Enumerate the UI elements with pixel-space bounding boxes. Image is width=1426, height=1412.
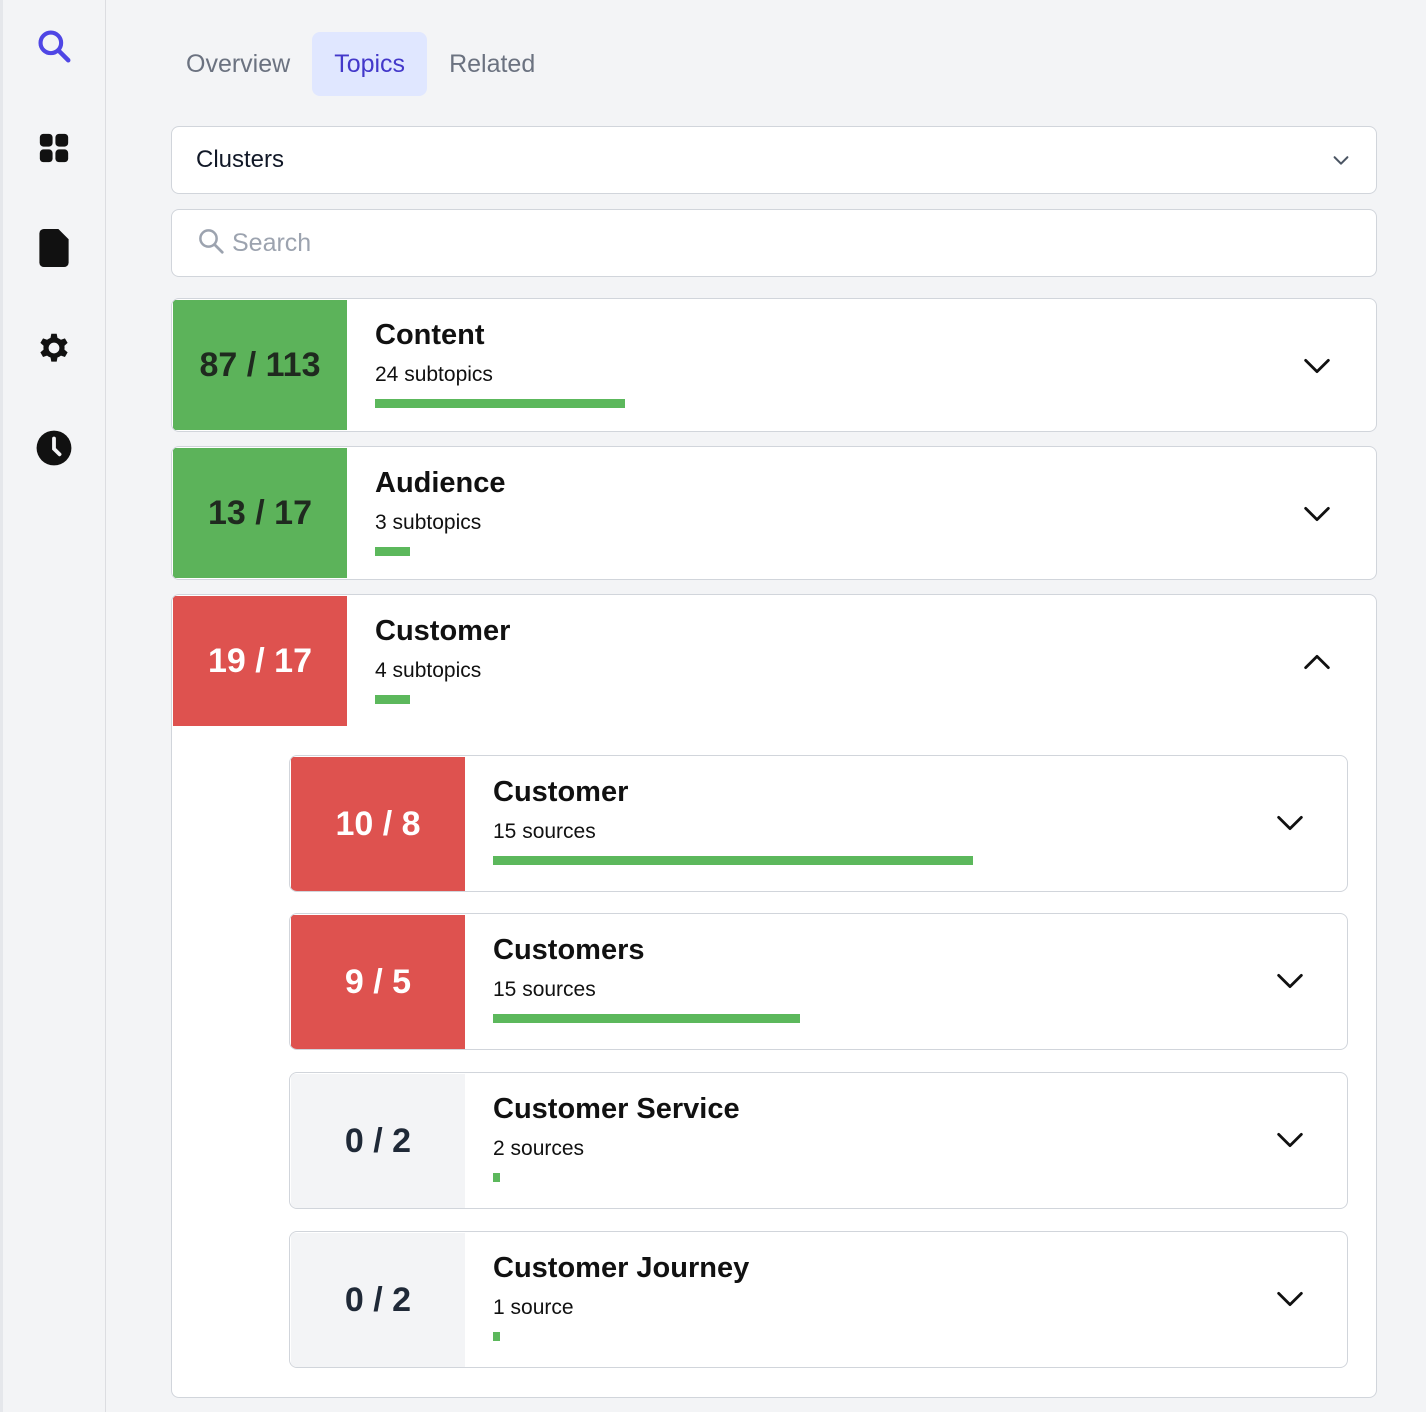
subtopic-card-customer: 10 / 8 Customer 15 sources xyxy=(289,755,1348,892)
clock-icon[interactable] xyxy=(34,428,74,468)
chevron-down-icon[interactable] xyxy=(1273,964,1307,998)
cluster-filter-value: Clusters xyxy=(196,146,285,173)
subtopic-title: Customers xyxy=(493,934,645,966)
cluster-card-audience: 13 / 17 Audience 3 subtopics xyxy=(171,446,1377,580)
chevron-down-icon[interactable] xyxy=(1273,1123,1307,1157)
grid-icon[interactable] xyxy=(34,128,74,168)
progress-bar xyxy=(493,1332,500,1341)
cluster-card-content: 87 / 113 Content 24 subtopics xyxy=(171,298,1377,432)
cluster-subtitle: 24 subtopics xyxy=(375,363,493,386)
progress-bar xyxy=(493,1173,500,1182)
subtopic-subtitle: 2 sources xyxy=(493,1137,585,1160)
search-box xyxy=(171,209,1377,277)
search-icon[interactable] xyxy=(34,26,74,66)
subtopic-title: Customer Journey xyxy=(493,1252,750,1284)
progress-bar xyxy=(375,399,625,408)
subtopic-title: Customer Service xyxy=(493,1093,740,1125)
progress-bar xyxy=(493,856,973,865)
subtopic-subtitle: 1 source xyxy=(493,1296,574,1319)
subtopic-title: Customer xyxy=(493,776,629,808)
progress-bar xyxy=(375,695,410,704)
subtopic-subtitle: 15 sources xyxy=(493,820,596,843)
search-icon xyxy=(196,226,226,261)
progress-bar xyxy=(493,1014,800,1023)
score-badge: 87 / 113 xyxy=(173,300,347,430)
score-badge: 10 / 8 xyxy=(291,757,465,891)
subtopic-card-customers: 9 / 5 Customers 15 sources xyxy=(289,913,1348,1050)
sidebar xyxy=(0,0,106,1412)
gear-icon[interactable] xyxy=(34,328,74,368)
search-input[interactable] xyxy=(232,228,1132,258)
chevron-down-icon xyxy=(1330,149,1352,178)
chevron-down-icon[interactable] xyxy=(1273,1282,1307,1316)
cluster-title: Customer xyxy=(375,615,511,647)
tab-bar: Overview Topics Related xyxy=(166,32,555,96)
cluster-subtitle: 4 subtopics xyxy=(375,659,482,682)
cluster-filter-select[interactable]: Clusters xyxy=(171,126,1377,194)
subtopic-card-customer-service: 0 / 2 Customer Service 2 sources xyxy=(289,1072,1348,1209)
score-badge: 19 / 17 xyxy=(173,596,347,726)
progress-bar xyxy=(375,547,410,556)
score-badge: 0 / 2 xyxy=(291,1074,465,1208)
chevron-down-icon[interactable] xyxy=(1300,349,1334,383)
subtopic-card-customer-journey: 0 / 2 Customer Journey 1 source xyxy=(289,1231,1348,1368)
tab-topics[interactable]: Topics xyxy=(312,32,428,96)
tab-related[interactable]: Related xyxy=(429,32,555,96)
document-icon[interactable] xyxy=(34,228,74,268)
score-badge: 13 / 17 xyxy=(173,448,347,578)
cluster-title: Content xyxy=(375,319,485,351)
chevron-down-icon[interactable] xyxy=(1300,497,1334,531)
chevron-down-icon[interactable] xyxy=(1273,806,1307,840)
chevron-up-icon[interactable] xyxy=(1300,645,1334,679)
tab-overview[interactable]: Overview xyxy=(166,32,310,96)
cluster-subtitle: 3 subtopics xyxy=(375,511,482,534)
subtopic-subtitle: 15 sources xyxy=(493,978,596,1001)
sidebar-edge xyxy=(0,0,3,1412)
cluster-title: Audience xyxy=(375,467,506,499)
score-badge: 9 / 5 xyxy=(291,915,465,1049)
cluster-card-customer: 19 / 17 Customer 4 subtopics 10 / 8 Cust… xyxy=(171,594,1377,1398)
score-badge: 0 / 2 xyxy=(291,1233,465,1367)
